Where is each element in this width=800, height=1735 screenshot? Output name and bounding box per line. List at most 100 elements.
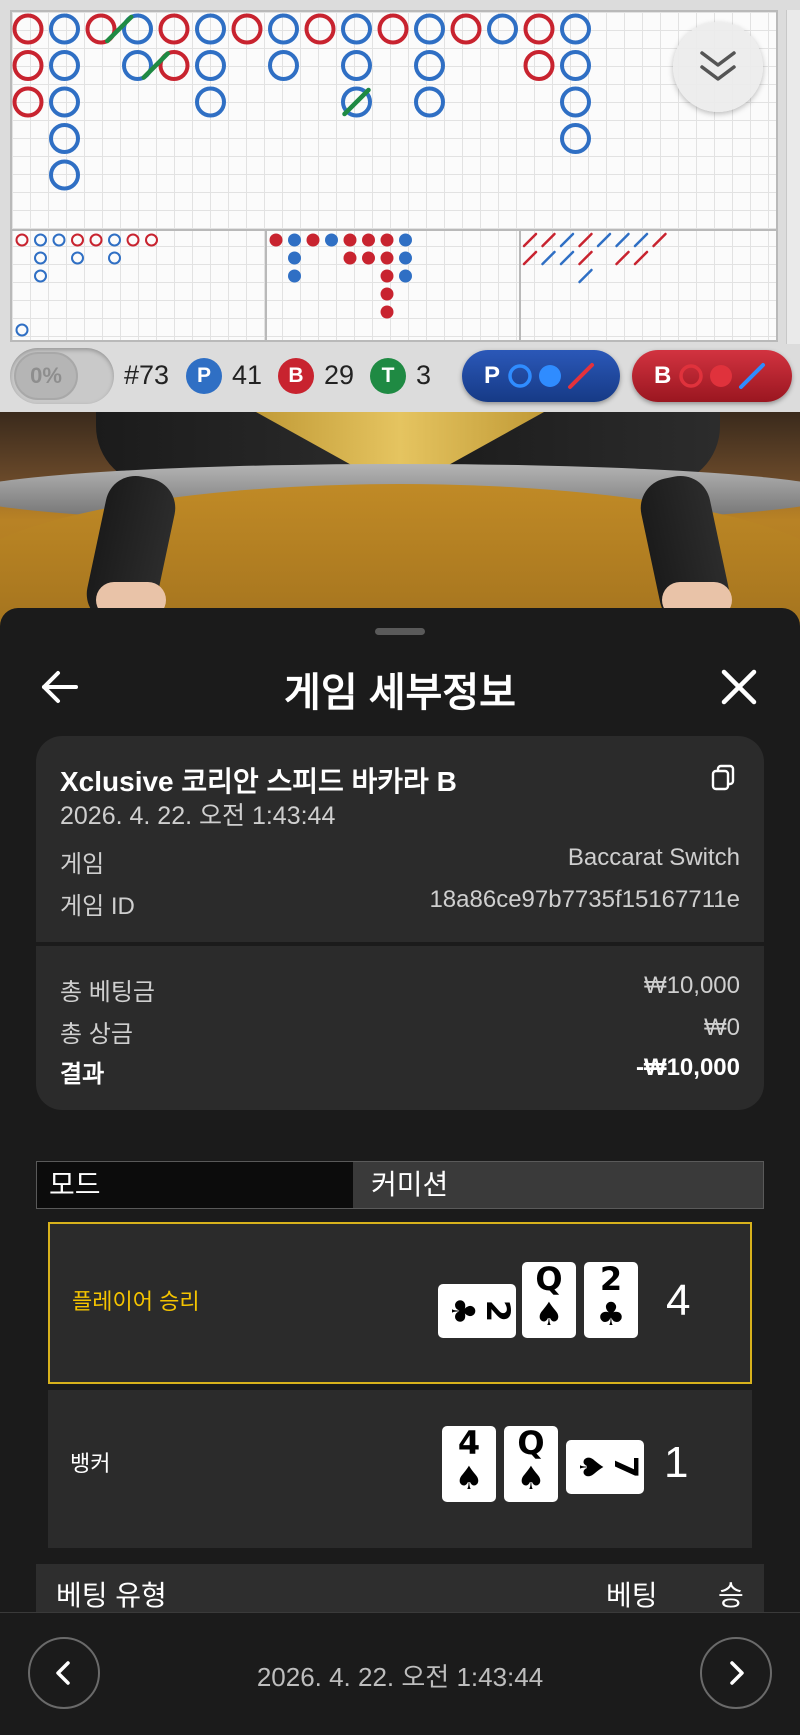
derived-road-slash [633,232,649,248]
derived-road-dot [362,251,375,265]
percent-toggle[interactable]: 0% [10,348,114,404]
big-road-marker [341,50,372,81]
big-road-marker [560,86,591,118]
bet-type-header: 베팅 유형 [56,1580,167,1611]
tab-mode[interactable]: 모드 [37,1162,353,1208]
derived-road-slash [615,250,630,266]
next-round-button[interactable] [700,1637,772,1709]
card-rank: 2 [479,1299,517,1323]
derived-road-marker [108,251,121,265]
banker-count: 29 [324,360,355,390]
derived-road-slash [633,250,649,266]
player-card-2: Q ♠ [522,1262,576,1338]
derived-road-slash [559,250,575,266]
derived-road-dot [306,233,320,247]
total-bet-label: 총 베팅금 [60,979,155,1006]
derived-road-dot [380,251,394,265]
derived-road-marker [89,233,103,247]
card-rank: 7 [607,1455,645,1479]
total-win-label: 총 상금 [60,1021,133,1048]
bet-win-header: 승 [718,1580,744,1611]
close-button[interactable] [714,662,764,712]
derived-road-slash [578,250,593,266]
big-road-marker [268,50,299,81]
big-road-marker [560,50,591,81]
player-count: 41 [232,360,263,390]
big-road-marker [49,86,80,118]
chevron-right-icon [730,1661,744,1685]
card-suit-icon: ♠ [534,1295,564,1333]
derived-road-dot [399,269,412,283]
big-road-marker [523,13,555,45]
roadmap-stats-bar: 0% #73 P 41 B 29 T 3 P B [0,344,800,412]
card-rank: 2 [599,1260,623,1298]
double-chevron-down-icon [700,51,736,81]
derived-road-marker [126,233,140,247]
player-predict-button[interactable]: P [462,350,620,402]
big-road-marker [49,50,80,81]
banker-predict-label: B [654,362,672,389]
copy-button[interactable] [708,762,738,792]
derived-road-slash [522,232,538,248]
derived-road-marker [52,233,66,247]
derived-road-marker [108,233,121,247]
derived-road-marker [71,233,84,247]
tie-count-badge: T [370,358,406,394]
big-road-marker [49,13,80,45]
predict-symbols-icon [679,363,766,389]
derived-road-slash [596,232,612,248]
sheet-drag-handle[interactable] [375,628,425,635]
banker-card-1: 4 ♠ [442,1426,496,1502]
collapse-roadmap-button[interactable] [673,22,763,112]
percent-toggle-knob: 0% [14,352,78,400]
game-type-label: 게임 [60,851,105,878]
derived-road-dot [288,251,301,265]
derived-road-dot [380,233,394,247]
tie-count: 3 [416,360,432,390]
big-road-marker [560,123,591,154]
roadmap-area: 0% #73 P 41 B 29 T 3 P B [0,0,800,412]
derived-road-dot [343,251,357,265]
derived-road-dot [288,233,301,247]
banker-count-badge: B [278,358,314,394]
predict-symbols-icon [508,363,595,389]
derived-road-dot [399,251,412,265]
derived-road-marker [34,251,47,265]
big-road-marker [195,13,226,45]
tab-commission[interactable]: 커미션 [355,1162,763,1208]
game-id-value[interactable]: 18a86ce97b7735f15167711e [429,886,740,914]
banker-hand: 뱅커 4 ♠ Q ♠ 7 ♠ 1 [48,1390,752,1548]
derived-road-dot [343,233,357,247]
result-label: 결과 [60,1061,105,1088]
card-rank: Q [517,1424,545,1462]
player-predict-label: P [484,362,501,389]
game-type-value: Baccarat Switch [567,844,740,871]
big-road-marker [450,13,482,45]
card-suit-icon: ♠ [454,1459,484,1497]
game-details-sheet: 게임 세부정보 Xclusive 코리안 스피드 바카라 B 2026. 4. … [0,608,800,1734]
card-suit-icon: ♠ [516,1459,546,1497]
derived-road-slash [559,232,575,248]
banker-card-2: Q ♠ [504,1426,558,1502]
big-road-marker [560,13,591,45]
derived-road-slash [541,250,556,266]
card-suit-icon: ♣ [596,1295,626,1333]
derived-road-marker [145,233,158,247]
game-name: Xclusive 코리안 스피드 바카라 B [60,766,457,797]
player-card-3: 2 ♣ [584,1262,638,1338]
big-road-marker [304,13,336,45]
derived-road-slash [522,250,538,266]
banker-hand-label: 뱅커 [70,1451,111,1476]
card-suit-icon: ♠ [572,1452,610,1482]
big-road-marker [414,13,445,45]
big-road-marker [12,13,44,45]
banker-predict-button[interactable]: B [632,350,792,402]
banker-card-3: 7 ♠ [566,1440,645,1494]
game-info-card: Xclusive 코리안 스피드 바카라 B 2026. 4. 22. 오전 1… [36,736,764,942]
footer-timestamp: 2026. 4. 22. 오전 1:43:44 [256,1662,544,1692]
bead-road-panel[interactable] [10,10,778,342]
sheet-header: 게임 세부정보 [0,646,800,726]
derived-road-slash [652,232,667,248]
card-rank: 4 [457,1424,481,1462]
player-count-badge: P [186,358,222,394]
